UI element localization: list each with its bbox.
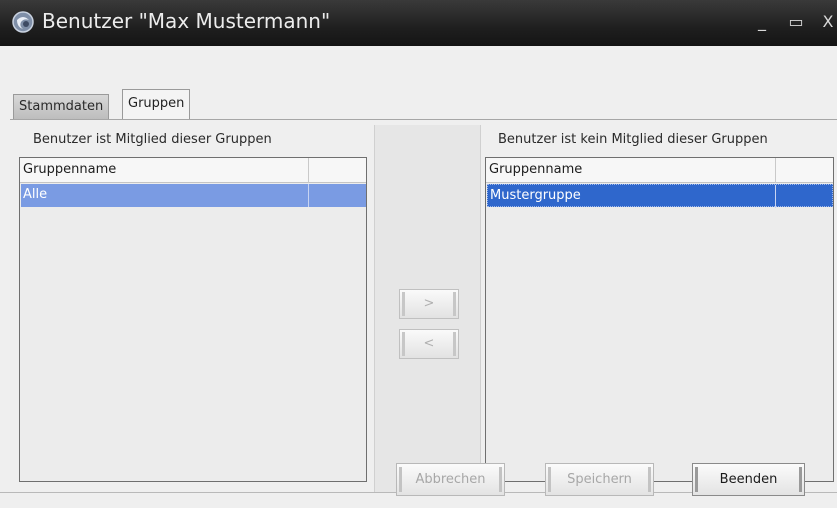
dialog-body: Stammdaten Gruppen Benutzer ist Mitglied… [0, 46, 837, 508]
group-name-cell[interactable]: Alle [23, 187, 47, 202]
column-separator [775, 158, 776, 183]
column-separator [775, 185, 776, 208]
grid-header[interactable]: Gruppenname [20, 158, 366, 183]
title-bar[interactable]: Benutzer "Max Mustermann" _ ▭ X [0, 0, 837, 46]
window-title: Benutzer "Max Mustermann" [42, 9, 331, 33]
app-globe-icon [12, 11, 34, 33]
group-name-cell[interactable]: Mustergruppe [490, 188, 581, 203]
non-member-groups-grid[interactable]: Gruppenname Mustergruppe [485, 157, 834, 482]
add-to-member-button[interactable]: > [399, 289, 459, 319]
close-button[interactable]: Beenden [692, 463, 805, 496]
member-groups-grid[interactable]: Gruppenname Alle [19, 157, 367, 482]
non-member-groups-title: Benutzer ist kein Mitglied dieser Gruppe… [498, 132, 768, 147]
tab-stammdaten[interactable]: Stammdaten [13, 94, 110, 119]
tab-gruppen[interactable]: Gruppen [122, 89, 191, 119]
table-row[interactable]: Alle [21, 184, 366, 207]
cancel-button[interactable]: Abbrechen [396, 463, 505, 496]
member-groups-title: Benutzer ist Mitglied dieser Gruppen [33, 132, 272, 147]
maximize-button[interactable]: ▭ [786, 12, 806, 32]
column-separator [308, 184, 309, 207]
grid-header[interactable]: Gruppenname [486, 158, 833, 183]
transfer-column: > < [374, 125, 481, 492]
column-header-gruppenname[interactable]: Gruppenname [489, 162, 582, 177]
remove-from-member-button[interactable]: < [399, 329, 459, 359]
column-separator [308, 158, 309, 183]
tab-divider [10, 119, 837, 120]
close-window-button[interactable]: X [818, 12, 837, 32]
save-button[interactable]: Speichern [545, 463, 654, 496]
minimize-button[interactable]: _ [752, 12, 772, 32]
column-header-gruppenname[interactable]: Gruppenname [23, 162, 116, 177]
table-row[interactable]: Mustergruppe [487, 184, 833, 208]
